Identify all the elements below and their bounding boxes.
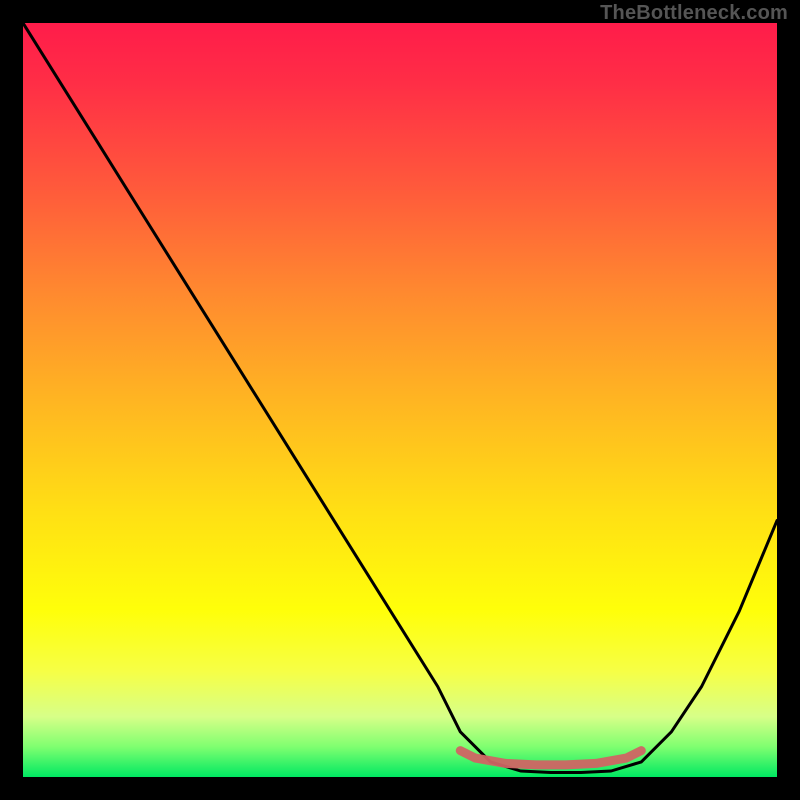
plot-area xyxy=(23,23,777,777)
bottleneck-curve-path xyxy=(23,23,777,773)
watermark-text: TheBottleneck.com xyxy=(600,2,788,25)
chart-frame: TheBottleneck.com xyxy=(0,0,800,800)
flat-band-path xyxy=(460,751,641,765)
curve-layer xyxy=(23,23,777,777)
